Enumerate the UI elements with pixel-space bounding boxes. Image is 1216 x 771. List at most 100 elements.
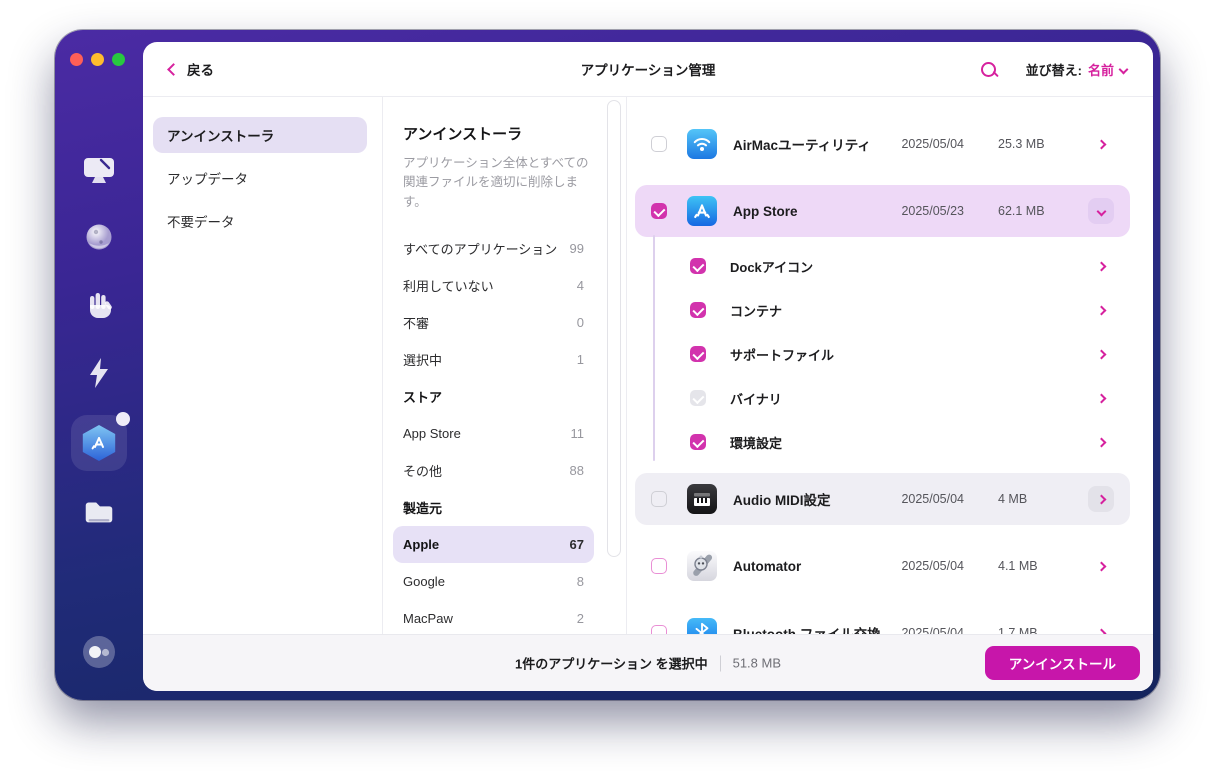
chevron-right-icon <box>1096 139 1106 149</box>
appstore-subitems: Dockアイコン コンテナ サポートファイル バイナリ 環境設定 <box>635 235 1130 473</box>
app-checkbox[interactable] <box>651 558 667 574</box>
sidebar-item-performance[interactable] <box>82 288 116 327</box>
sort-dropdown[interactable]: 並び替え: 名前 <box>1025 60 1129 79</box>
app-name: AirMacユーティリティ <box>733 138 871 153</box>
filter-group-vendor: 製造元 <box>403 501 443 517</box>
nav-item-leftovers[interactable]: 不要データ <box>153 203 367 239</box>
folder-icon <box>81 502 117 532</box>
back-label: 戻る <box>187 63 214 78</box>
app-size: 25.3 MB <box>998 137 1045 151</box>
filter-description: アプリケーション全体とすべての関連ファイルを適切に削除します。 <box>403 156 589 209</box>
sidebar-item-files[interactable] <box>81 496 117 533</box>
nav-item-label: アンインストーラ <box>167 129 275 144</box>
app-list: AirMacユーティリティ 2025/05/04 25.3 MB App Sto… <box>627 97 1153 691</box>
nav-item-label: 不要データ <box>167 215 235 230</box>
chevron-right-icon <box>1096 393 1106 403</box>
app-checkbox[interactable] <box>651 136 667 152</box>
scrollbar[interactable] <box>607 100 621 557</box>
subitem-container[interactable]: コンテナ <box>635 288 1130 332</box>
filter-item-suspicious[interactable]: 不審 0 <box>393 304 594 341</box>
sidebar-item-protection[interactable] <box>83 222 115 259</box>
app-date: 2025/05/23 <box>901 204 964 218</box>
panel-header: 戻る アプリケーション管理 並び替え: 名前 <box>143 42 1153 97</box>
app-checkbox[interactable] <box>651 203 667 219</box>
filter-item-google[interactable]: Google 8 <box>393 563 594 600</box>
app-window: 戻る アプリケーション管理 並び替え: 名前 アンインストーラ アップデータ 不… <box>55 30 1160 700</box>
app-row-appstore[interactable]: App Store 2025/05/23 62.1 MB <box>635 185 1130 237</box>
app-row-automator[interactable]: Automator 2025/05/04 4.1 MB <box>635 540 1130 592</box>
mac-display-icon <box>81 158 117 190</box>
automator-app-icon <box>687 551 717 581</box>
lightning-icon <box>86 358 112 393</box>
nav-item-uninstaller[interactable]: アンインストーラ <box>153 117 367 153</box>
chevron-right-icon <box>1096 261 1106 271</box>
app-date: 2025/05/04 <box>901 137 964 151</box>
app-size: 62.1 MB <box>998 204 1045 218</box>
subitem-preferences[interactable]: 環境設定 <box>635 420 1130 464</box>
subitem-binary[interactable]: バイナリ <box>635 376 1130 420</box>
app-size: 4.1 MB <box>998 559 1038 573</box>
chevron-right-icon <box>1096 437 1106 447</box>
subitem-checkbox[interactable] <box>690 302 706 318</box>
expand-button[interactable] <box>1088 341 1114 367</box>
subitem-support-files[interactable]: サポートファイル <box>635 332 1130 376</box>
app-row-airmac[interactable]: AirMacユーティリティ 2025/05/04 25.3 MB <box>635 118 1130 170</box>
filter-item-apple[interactable]: Apple 67 <box>393 526 594 564</box>
app-row-audio-midi[interactable]: Audio MIDI設定 2025/05/04 4 MB <box>635 473 1130 525</box>
nav-item-label: アップデータ <box>167 172 248 187</box>
filter-item-all[interactable]: すべてのアプリケーション 99 <box>393 230 594 267</box>
chevron-down-icon <box>1118 64 1129 74</box>
app-size: 4 MB <box>998 492 1028 506</box>
app-name: Audio MIDI設定 <box>733 493 831 508</box>
chevron-right-icon <box>1096 349 1106 359</box>
subitem-dock-icon[interactable]: Dockアイコン <box>635 244 1130 288</box>
app-name: App Store <box>733 203 798 219</box>
module-nav: アンインストーラ アップデータ 不要データ <box>143 97 383 691</box>
app-checkbox[interactable] <box>651 491 667 507</box>
app-date: 2025/05/04 <box>901 559 964 573</box>
chevron-right-icon <box>1096 494 1106 504</box>
app-date: 2025/05/04 <box>901 492 964 506</box>
chevron-down-icon <box>1096 206 1106 216</box>
collapse-button[interactable] <box>1088 198 1114 224</box>
filter-item-selected[interactable]: 選択中 1 <box>393 341 594 378</box>
app-name: Automator <box>733 558 802 574</box>
sidebar-item-applications[interactable] <box>71 412 130 471</box>
nav-item-updater[interactable]: アップデータ <box>153 160 367 196</box>
filter-heading: アンインストーラ <box>403 126 523 143</box>
divider <box>719 655 721 671</box>
selection-summary: 1件のアプリケーション を選択中 <box>514 656 708 672</box>
back-button[interactable]: 戻る <box>167 59 214 79</box>
expand-button[interactable] <box>1088 131 1114 157</box>
filter-item-unused[interactable]: 利用していない 4 <box>393 267 594 304</box>
orb-icon <box>83 224 115 258</box>
assistant-avatar-icon <box>82 636 116 673</box>
page-title: アプリケーション管理 <box>580 63 716 78</box>
filter-list: すべてのアプリケーション 99 利用していない 4 不審 0 選択中 1 ストア… <box>383 230 626 637</box>
sidebar-item-assistant[interactable] <box>82 635 116 674</box>
selection-size: 51.8 MB <box>732 655 782 671</box>
uninstall-button[interactable]: アンインストール <box>984 646 1140 680</box>
audio-midi-app-icon <box>687 484 717 514</box>
filter-item-macpaw[interactable]: MacPaw 2 <box>393 600 594 637</box>
sort-label: 並び替え: <box>1025 62 1082 78</box>
expand-button[interactable] <box>1088 429 1114 455</box>
filter-item-other[interactable]: その他 88 <box>393 452 594 489</box>
expand-button[interactable] <box>1088 385 1114 411</box>
subitem-checkbox-disabled <box>690 390 706 406</box>
subitem-checkbox[interactable] <box>690 258 706 274</box>
expand-button[interactable] <box>1088 486 1114 512</box>
notification-dot <box>116 412 130 426</box>
expand-button[interactable] <box>1088 553 1114 579</box>
subitem-checkbox[interactable] <box>690 434 706 450</box>
expand-button[interactable] <box>1088 253 1114 279</box>
expand-button[interactable] <box>1088 297 1114 323</box>
airport-utility-app-icon <box>687 129 717 159</box>
subitem-checkbox[interactable] <box>690 346 706 362</box>
search-icon[interactable] <box>980 61 996 77</box>
sidebar-item-speed[interactable] <box>86 357 112 394</box>
filter-item-appstore[interactable]: App Store 11 <box>393 415 594 452</box>
content-panel: 戻る アプリケーション管理 並び替え: 名前 アンインストーラ アップデータ 不… <box>143 42 1153 691</box>
sidebar-item-cleanup[interactable] <box>81 154 117 191</box>
chevron-right-icon <box>1096 305 1106 315</box>
